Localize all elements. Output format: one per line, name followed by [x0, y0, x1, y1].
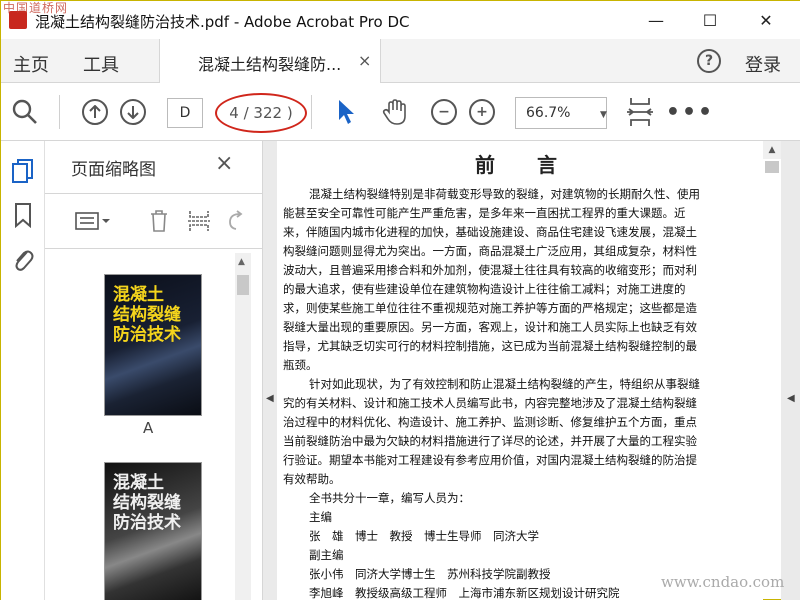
document-text-line: 行验证。期望本书能对工程建设有参考应用价值，对国内混凝土结构裂缝的防治提 — [283, 453, 697, 467]
tab-bar: 主页 工具 混凝土结构裂缝防... × ? 登录 — [1, 39, 800, 83]
fit-page-icon[interactable] — [623, 97, 657, 127]
document-body: 混凝土结构裂缝特别是非荷载变形导致的裂缝，对建筑物的长期耐久性、使用能甚至安全可… — [283, 185, 763, 600]
rotate-icon[interactable] — [223, 206, 247, 236]
title-bar: 中国道桥网 混凝土结构裂缝防治技术.pdf - Adobe Acrobat Pr… — [1, 1, 800, 39]
tab-home[interactable]: 主页 — [13, 51, 49, 77]
document-text-line: 构裂缝问题则显得尤为突出。一方面，商品混凝土广泛应用，其组成复杂，材料性 — [283, 244, 697, 258]
thumbnails-scrollbar[interactable]: ▲ — [235, 253, 251, 600]
right-panel-splitter[interactable]: ◀ — [781, 141, 800, 600]
document-text-line: 能甚至安全可靠性可能产生严重危害，是多年来一直困扰工程界的重大课题。近 — [283, 206, 686, 220]
document-text-line: 裂缝大量出现的重要原因。另一方面，客观上，设计和施工人员实际上也缺乏有效 — [283, 320, 697, 334]
select-cursor-icon[interactable] — [331, 97, 361, 127]
page-thumbnail[interactable]: 混凝土 结构裂缝 防治技术 — [105, 275, 201, 415]
page-count: 4 / 322 ) — [215, 93, 307, 133]
attachment-icon[interactable] — [9, 245, 37, 273]
toolbar-divider — [311, 95, 312, 129]
scrollbar-thumb[interactable] — [237, 275, 249, 295]
previous-page-icon[interactable] — [81, 97, 109, 127]
toolbar: − + ••• — [1, 83, 800, 141]
document-text-line: 求，则使某些施工单位往往不重视规范对施工养护等方面的严格规定；这些都是造 — [283, 301, 697, 315]
document-text-line: 副主编 — [309, 548, 344, 562]
bookmark-icon[interactable] — [9, 201, 37, 229]
document-page[interactable]: 前言 混凝土结构裂缝特别是非荷载变形导致的裂缝，对建筑物的长期耐久性、使用能甚至… — [277, 141, 763, 600]
zoom-out-icon[interactable]: − — [429, 97, 459, 127]
watermark-bottom: www.cndao.com — [661, 573, 785, 591]
document-text-line: 全书共分十一章，编写人员为： — [309, 491, 470, 505]
document-text-line: 张 雄 博士 教授 博士生导师 同济大学 — [309, 529, 539, 543]
hand-tool-icon[interactable] — [379, 97, 411, 127]
page-number-input[interactable]: D — [167, 98, 203, 128]
document-text-line: 针对如此现状，为了有效控制和防止混凝土结构裂缝的产生，特组织从事裂缝 — [309, 377, 700, 391]
thumbnails-panel: 页面缩略图 × ▲ 混凝土 结构裂缝 防治技术 A 混凝土 结构裂缝 防治技术 — [45, 141, 263, 600]
toolbar-divider — [59, 95, 60, 129]
page-thumbnails-icon[interactable] — [9, 157, 37, 185]
document-text-line: 波动大，且普遍采用掺合料和外加剂，使混凝土往往具有较高的收缩变形；而对利 — [283, 263, 697, 277]
panel-splitter[interactable]: ◀ — [263, 141, 277, 600]
document-text-line: 主编 — [309, 510, 332, 524]
scroll-up-icon[interactable]: ▲ — [238, 257, 245, 267]
thumbnail-title: 混凝土 结构裂缝 防治技术 — [113, 473, 181, 533]
left-rail — [1, 141, 45, 600]
tab-tools[interactable]: 工具 — [83, 51, 119, 77]
panel-toolbar — [45, 193, 263, 249]
close-icon[interactable]: × — [215, 151, 233, 176]
window-title: 混凝土结构裂缝防治技术.pdf - Adobe Acrobat Pro DC — [35, 13, 410, 31]
document-text-line: 来，伴随国内城市化进程的加快，基础设施建设、商品住宅建设飞速发展，混凝土 — [283, 225, 697, 239]
tab-close-icon[interactable]: × — [358, 51, 371, 70]
panel-title: 页面缩略图 — [71, 160, 156, 180]
document-text-line: 指导，尤其缺乏切实可行的材料控制措施，这已成为当前混凝土结构裂缝控制的最 — [283, 339, 697, 353]
insert-page-icon[interactable] — [185, 206, 213, 236]
scroll-up-icon[interactable]: ▲ — [763, 141, 781, 159]
tab-document[interactable]: 混凝土结构裂缝防... × — [159, 39, 381, 83]
thumbnail-title: 混凝土 结构裂缝 防治技术 — [113, 285, 181, 345]
document-text-line: 治过程中的材料优化、构造设计、施工养护、监测诊断、修复维护五个方面，重点 — [283, 415, 697, 429]
collapse-left-icon[interactable]: ◀ — [266, 393, 274, 404]
minimize-button[interactable]: — — [633, 1, 679, 39]
zoom-value: 66.7% — [526, 105, 571, 121]
page-thumbnail[interactable]: 混凝土 结构裂缝 防治技术 — [105, 463, 201, 600]
close-window-button[interactable]: ✕ — [743, 1, 789, 39]
document-text-line: 混凝土结构裂缝特别是非荷载变形导致的裂缝，对建筑物的长期耐久性、使用 — [309, 187, 700, 201]
maximize-button[interactable]: ☐ — [687, 1, 733, 39]
options-menu-icon[interactable] — [73, 206, 113, 236]
login-button[interactable]: 登录 — [745, 51, 781, 77]
document-heading: 前言 — [475, 153, 599, 177]
zoom-select[interactable]: 66.7% ▼ — [515, 97, 607, 129]
tab-document-label: 混凝土结构裂缝防... — [198, 55, 342, 74]
document-text-line: 当前裂缝防治中最为欠缺的材料措施进行了详尽的论述，并开展了大量的工程实验 — [283, 434, 697, 448]
search-icon[interactable] — [9, 97, 41, 127]
chevron-down-icon: ▼ — [600, 110, 607, 120]
document-text-line: 究的有关材料、设计和施工技术人员编写此书，内容完整地涉及了混凝土结构裂缝 — [283, 396, 697, 410]
thumbnail-label: A — [143, 419, 154, 437]
document-text-line: 瓶颈。 — [283, 358, 318, 372]
document-text-line: 有效帮助。 — [283, 472, 341, 486]
more-icon[interactable]: ••• — [666, 97, 712, 127]
next-page-icon[interactable] — [119, 97, 147, 127]
trash-icon[interactable] — [145, 206, 173, 236]
zoom-in-icon[interactable]: + — [467, 97, 497, 127]
expand-right-icon[interactable]: ◀ — [787, 393, 795, 404]
document-text-line: 的最大追求，使有些建设单位在建筑物构造设计上往往偷工减料；对施工进度的 — [283, 282, 686, 296]
scrollbar-thumb[interactable] — [765, 161, 779, 173]
help-icon[interactable]: ? — [697, 49, 721, 73]
